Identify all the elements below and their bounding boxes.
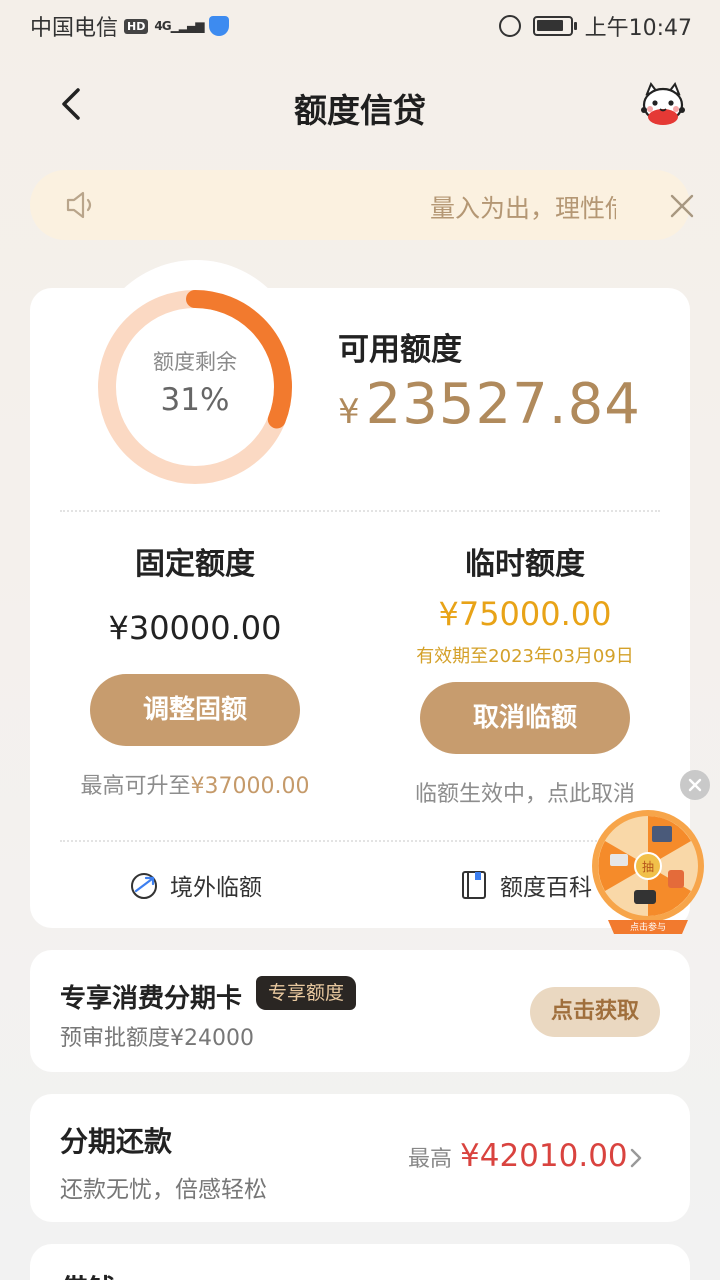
wheel-caption: 点击参与 <box>630 921 666 933</box>
temp-quota-validity: 有效期至2023年03月09日 <box>416 646 634 667</box>
plane-globe-icon <box>131 873 157 899</box>
repay-max: 最高 ¥42010.00 <box>408 1138 628 1174</box>
note-max-amount: ¥37000.00 <box>190 774 310 799</box>
installment-card-subtitle: 预审批额度¥24000 <box>60 1026 254 1051</box>
get-card-button[interactable]: 点击获取 <box>530 987 660 1037</box>
lottery-wheel-icon: 抽 点击参与 <box>592 810 704 934</box>
borrow-title: 借钱 <box>60 1268 116 1280</box>
hd-badge: HD <box>124 18 149 34</box>
network-type: 4G <box>154 19 171 33</box>
overseas-quota-label: 境外临额 <box>170 875 262 901</box>
exclusive-quota-badge: 专享额度 <box>256 976 357 1010</box>
cat-mascot-icon <box>641 81 685 125</box>
available-label: 可用额度 <box>338 332 462 368</box>
divider <box>60 840 660 842</box>
notice-text: 量入为出，理性借贷 <box>430 194 616 223</box>
cancel-temp-quota-button[interactable]: 取消临额 <box>420 682 630 754</box>
adjust-fixed-quota-button[interactable]: 调整固额 <box>90 674 300 746</box>
notice-bar[interactable]: 量入为出，理性借贷 <box>30 170 694 240</box>
ring-label: 额度剩余 <box>153 350 237 374</box>
temp-quota-section: 临时额度 ¥75000.00 有效期至2023年03月09日 取消临额 临额生效… <box>360 540 690 808</box>
currency-symbol: ¥ <box>338 392 360 432</box>
mascot-button[interactable] <box>638 80 688 130</box>
fixed-quota-amount: ¥30000.00 <box>108 609 282 647</box>
ring-percent: 31% <box>160 382 230 418</box>
quota-encyclopedia-link[interactable]: 额度百科 <box>458 868 592 902</box>
installment-card-title: 专享消费分期卡 <box>60 984 243 1014</box>
repay-title: 分期还款 <box>60 1125 173 1158</box>
temp-quota-note[interactable]: 临额生效中，点此取消 <box>360 776 690 808</box>
status-bar: 中国电信 HD 4G▁▂▄▆ 上午10:47 <box>0 0 720 50</box>
close-icon <box>670 194 694 218</box>
status-left: 中国电信 HD 4G▁▂▄▆ <box>30 10 230 42</box>
carrier-name: 中国电信 <box>30 16 119 41</box>
fixed-quota-section: 固定额度 ¥30000.00 调整固额 最高可升至¥37000.00 <box>30 540 360 800</box>
signal-icon: 4G▁▂▄▆ <box>154 19 204 33</box>
available-value: 23527.84 <box>365 372 641 437</box>
book-icon <box>462 871 486 899</box>
installment-card[interactable]: 专享消费分期卡 专享额度 预审批额度¥24000 点击获取 <box>30 950 690 1072</box>
available-amount: ¥ 23527.84 <box>338 372 641 437</box>
alarm-icon <box>498 15 521 37</box>
note-prefix: 最高可升至 <box>80 774 191 799</box>
divider <box>60 510 660 512</box>
shield-icon <box>209 16 230 36</box>
battery-icon <box>532 16 577 36</box>
notice-close-button[interactable] <box>668 192 696 220</box>
borrow-card[interactable]: 借钱 <box>30 1244 690 1280</box>
temp-quota-amount: ¥75000.00 <box>438 595 612 633</box>
repay-max-prefix: 最高 <box>408 1147 453 1172</box>
temp-quota-title: 临时额度 <box>465 547 585 582</box>
clock: 上午10:47 <box>584 16 692 41</box>
speaker-icon <box>64 188 98 222</box>
fixed-quota-title: 固定额度 <box>135 547 255 582</box>
page-header: 额度信贷 <box>0 70 720 140</box>
status-right: 上午10:47 <box>498 10 692 42</box>
page-title: 额度信贷 <box>294 91 426 130</box>
installment-repay-card[interactable]: 分期还款 还款无忧，倍感轻松 最高 ¥42010.00 <box>30 1094 690 1222</box>
chevron-right-icon <box>630 1148 642 1168</box>
quota-encyclopedia-label: 额度百科 <box>500 875 592 901</box>
promo-lottery-wheel[interactable]: 抽 点击参与 <box>590 808 706 938</box>
fixed-quota-note: 最高可升至¥37000.00 <box>30 768 360 800</box>
promo-close-button[interactable] <box>680 770 710 800</box>
wheel-center-label: 抽 <box>642 860 654 874</box>
close-icon <box>688 778 702 792</box>
repay-subtitle: 还款无忧，倍感轻松 <box>60 1177 267 1203</box>
repay-max-amount: ¥42010.00 <box>460 1138 628 1174</box>
overseas-quota-link[interactable]: 境外临额 <box>128 868 262 902</box>
